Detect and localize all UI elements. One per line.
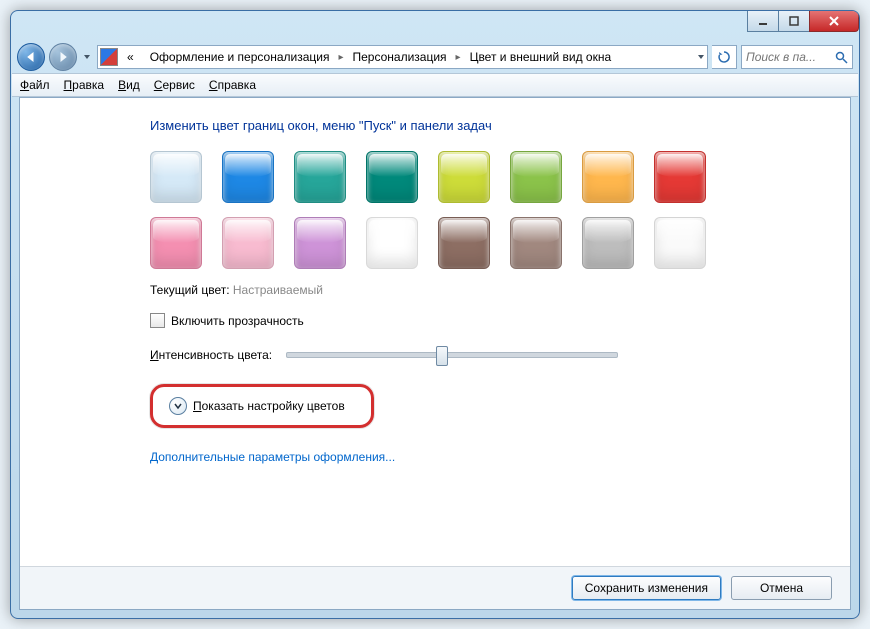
menu-tools[interactable]: Сервис <box>154 78 195 92</box>
breadcrumb-seg-1[interactable]: Оформление и персонализация <box>143 46 337 68</box>
footer-bar: Сохранить изменения Отмена <box>20 566 850 609</box>
color-swatch[interactable] <box>222 217 274 269</box>
expander-toggle[interactable] <box>169 397 187 415</box>
color-swatch[interactable] <box>438 151 490 203</box>
menu-file[interactable]: Файл <box>20 78 50 92</box>
nav-history-dropdown[interactable] <box>81 47 93 67</box>
color-swatch[interactable] <box>294 151 346 203</box>
search-icon <box>835 51 848 64</box>
content-area: Изменить цвет границ окон, меню "Пуск" и… <box>20 98 850 566</box>
color-row-1 <box>150 151 850 203</box>
control-panel-icon <box>100 48 118 66</box>
close-icon <box>828 15 840 27</box>
slider-thumb[interactable] <box>436 346 448 366</box>
transparency-row: Включить прозрачность <box>150 313 850 328</box>
advanced-appearance-link[interactable]: Дополнительные параметры оформления... <box>150 450 850 464</box>
close-button[interactable] <box>809 11 859 32</box>
intensity-row: Интенсивность цвета: <box>150 348 850 362</box>
search-button[interactable] <box>829 47 852 67</box>
navigation-row: « Оформление и персонализация ▸ Персонал… <box>11 41 859 73</box>
transparency-checkbox[interactable] <box>150 313 165 328</box>
expander-label: Показать настройку цветов <box>193 399 345 413</box>
current-color-line: Текущий цвет: Настраиваемый <box>150 283 850 297</box>
menu-bar: Файл Правка Вид Сервис Справка <box>12 73 858 97</box>
arrow-left-icon <box>25 51 37 63</box>
color-swatch[interactable] <box>222 151 274 203</box>
save-button[interactable]: Сохранить изменения <box>572 576 721 600</box>
titlebar <box>11 11 859 41</box>
color-swatch[interactable] <box>654 151 706 203</box>
intensity-label: Интенсивность цвета: <box>150 348 272 362</box>
color-swatch[interactable] <box>654 217 706 269</box>
breadcrumb-seg-2[interactable]: Персонализация <box>345 46 453 68</box>
color-swatch[interactable] <box>510 217 562 269</box>
nav-forward-button[interactable] <box>49 43 77 71</box>
menu-help[interactable]: Справка <box>209 78 256 92</box>
show-color-mixer-expander[interactable]: Показать настройку цветов <box>169 393 355 419</box>
color-swatch[interactable] <box>438 217 490 269</box>
color-swatch[interactable] <box>582 217 634 269</box>
cancel-button[interactable]: Отмена <box>731 576 832 600</box>
transparency-label[interactable]: Включить прозрачность <box>171 314 304 328</box>
chevron-down-icon <box>173 401 183 411</box>
content-frame: Изменить цвет границ окон, меню "Пуск" и… <box>19 97 851 610</box>
refresh-button[interactable] <box>712 45 737 69</box>
current-color-label: Текущий цвет: <box>150 283 230 297</box>
address-bar[interactable]: « Оформление и персонализация ▸ Персонал… <box>97 45 708 69</box>
color-swatch[interactable] <box>150 151 202 203</box>
minimize-button[interactable] <box>747 11 779 32</box>
color-row-2 <box>150 217 850 269</box>
color-swatch[interactable] <box>582 151 634 203</box>
color-swatch[interactable] <box>366 217 418 269</box>
nav-back-button[interactable] <box>17 43 45 71</box>
chevron-down-icon[interactable] <box>697 53 705 61</box>
color-swatch[interactable] <box>150 217 202 269</box>
maximize-icon <box>788 15 800 27</box>
color-swatch[interactable] <box>294 217 346 269</box>
minimize-icon <box>757 15 769 27</box>
breadcrumb-prefix: « <box>120 46 141 68</box>
arrow-right-icon <box>57 51 69 63</box>
highlight-annotation: Показать настройку цветов <box>150 384 374 428</box>
search-box[interactable] <box>741 45 853 69</box>
breadcrumb-sep: ▸ <box>456 52 461 63</box>
breadcrumb-seg-3[interactable]: Цвет и внешний вид окна <box>463 46 619 68</box>
maximize-button[interactable] <box>778 11 810 32</box>
color-swatch[interactable] <box>366 151 418 203</box>
current-color-value: Настраиваемый <box>233 283 323 297</box>
window-controls <box>748 11 859 32</box>
search-input[interactable] <box>742 50 829 64</box>
refresh-icon <box>718 51 730 63</box>
menu-view[interactable]: Вид <box>118 78 140 92</box>
chevron-down-icon <box>83 53 91 61</box>
breadcrumb-sep: ▸ <box>338 52 343 63</box>
menu-edit[interactable]: Правка <box>64 78 105 92</box>
intensity-slider[interactable] <box>286 352 618 358</box>
page-title: Изменить цвет границ окон, меню "Пуск" и… <box>150 118 850 133</box>
color-swatch[interactable] <box>510 151 562 203</box>
window-frame: « Оформление и персонализация ▸ Персонал… <box>10 10 860 619</box>
